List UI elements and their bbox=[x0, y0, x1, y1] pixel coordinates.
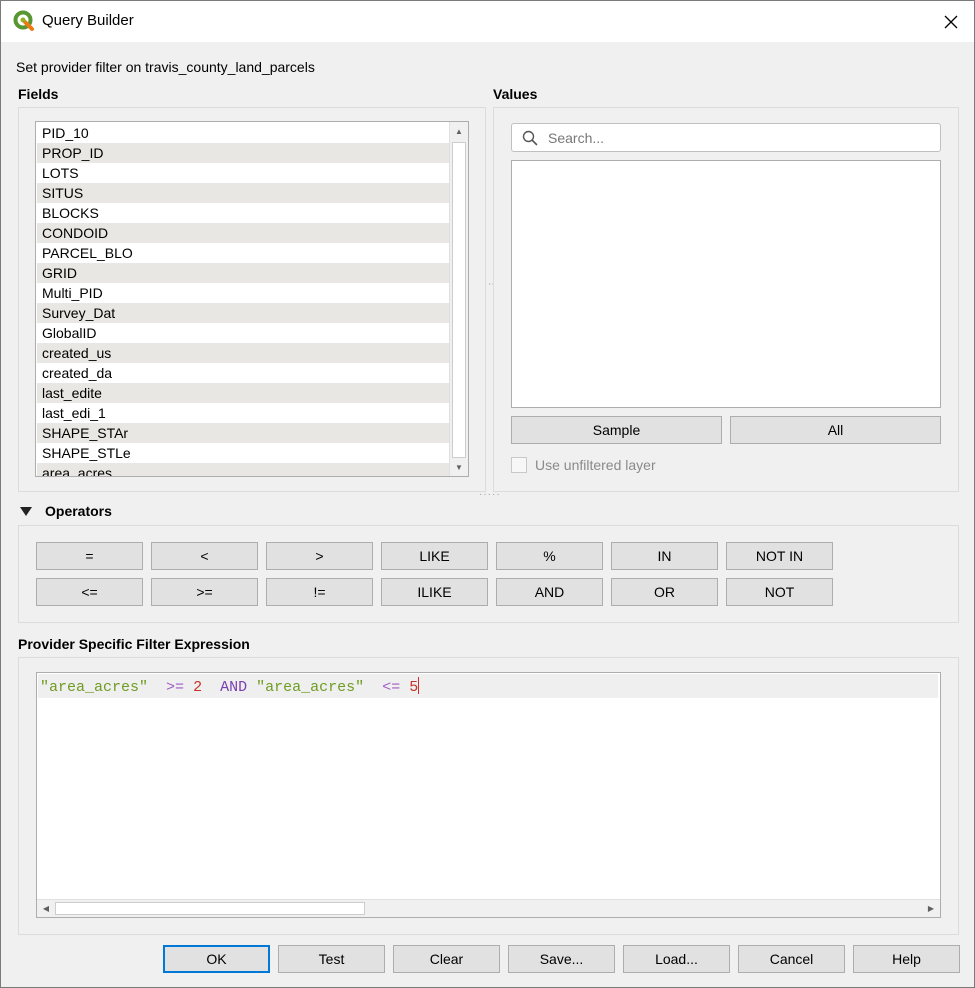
expression-token-kw: AND bbox=[220, 679, 248, 696]
operator-eq-button[interactable]: = bbox=[36, 542, 143, 570]
field-item[interactable]: LOTS bbox=[37, 163, 450, 183]
operator-percent-button[interactable]: % bbox=[496, 542, 603, 570]
horizontal-scrollbar-thumb[interactable] bbox=[55, 902, 365, 915]
scrollbar-thumb[interactable] bbox=[452, 142, 466, 458]
expression-token-ws bbox=[364, 679, 382, 696]
scroll-down-arrow-icon[interactable]: ▼ bbox=[450, 458, 468, 476]
layer-description: Set provider filter on travis_county_lan… bbox=[16, 59, 315, 75]
use-unfiltered-layer-row[interactable]: Use unfiltered layer bbox=[511, 456, 656, 474]
operators-header[interactable]: Operators bbox=[19, 503, 112, 519]
values-label: Values bbox=[493, 86, 538, 102]
scroll-right-arrow-icon[interactable]: ▶ bbox=[922, 900, 940, 917]
use-unfiltered-layer-label: Use unfiltered layer bbox=[535, 457, 656, 473]
expression-token-num: 2 bbox=[193, 679, 203, 696]
field-item[interactable]: created_us bbox=[37, 343, 450, 363]
field-item[interactable]: GRID bbox=[37, 263, 450, 283]
save-button[interactable]: Save... bbox=[508, 945, 615, 973]
use-unfiltered-layer-checkbox[interactable] bbox=[511, 457, 527, 473]
expression-token-str: "area_acres" bbox=[256, 679, 365, 696]
operator-gt-button[interactable]: > bbox=[266, 542, 373, 570]
fields-list[interactable]: PID_10 PROP_ID LOTS SITUS BLOCKS CONDOID PARCE… bbox=[35, 121, 469, 477]
test-button[interactable]: Test bbox=[278, 945, 385, 973]
operators-group bbox=[18, 525, 959, 623]
operator-gte-button[interactable]: >= bbox=[151, 578, 258, 606]
operator-like-button[interactable]: LIKE bbox=[381, 542, 488, 570]
values-search-box[interactable] bbox=[511, 123, 941, 152]
query-builder-window: Query Builder Set provider filter on tra… bbox=[0, 0, 975, 988]
operator-lt-button[interactable]: < bbox=[151, 542, 258, 570]
load-button[interactable]: Load... bbox=[623, 945, 730, 973]
expression-label: Provider Specific Filter Expression bbox=[18, 636, 250, 652]
expression-token-ws bbox=[400, 679, 409, 696]
field-item[interactable]: SITUS bbox=[37, 183, 450, 203]
field-item[interactable]: BLOCKS bbox=[37, 203, 450, 223]
expression-token-ws bbox=[148, 679, 166, 696]
close-button[interactable] bbox=[928, 1, 974, 42]
scroll-up-arrow-icon[interactable]: ▲ bbox=[450, 122, 468, 140]
all-button[interactable]: All bbox=[730, 416, 941, 444]
expression-token-num: 5 bbox=[409, 679, 419, 696]
field-item[interactable]: PROP_ID bbox=[37, 143, 450, 163]
scroll-left-arrow-icon[interactable]: ◀ bbox=[37, 900, 55, 917]
window-title: Query Builder bbox=[42, 12, 134, 29]
title-bar: Query Builder bbox=[1, 1, 974, 42]
ok-button[interactable]: OK bbox=[163, 945, 270, 973]
operator-or-button[interactable]: OR bbox=[611, 578, 718, 606]
fields-label: Fields bbox=[18, 86, 59, 102]
horizontal-splitter-handle[interactable]: ····· bbox=[479, 489, 501, 500]
operator-ilike-button[interactable]: ILIKE bbox=[381, 578, 488, 606]
field-item[interactable]: GlobalID bbox=[37, 323, 450, 343]
field-item[interactable]: PARCEL_BLO bbox=[37, 243, 450, 263]
operator-in-button[interactable]: IN bbox=[611, 542, 718, 570]
clear-button[interactable]: Clear bbox=[393, 945, 500, 973]
expression-code: "area_acres" >= 2 AND "area_acres" <= 5 bbox=[40, 677, 420, 696]
expression-token-ws bbox=[184, 679, 193, 696]
editor-horizontal-scrollbar[interactable]: ◀ ▶ bbox=[37, 899, 940, 917]
expression-token-op: >= bbox=[166, 679, 185, 696]
expression-token-ws bbox=[247, 679, 256, 696]
operator-not-button[interactable]: NOT bbox=[726, 578, 833, 606]
field-item[interactable]: PID_10 bbox=[37, 123, 450, 143]
expression-token-ws bbox=[202, 679, 220, 696]
search-icon bbox=[522, 130, 538, 146]
field-item[interactable]: Multi_PID bbox=[37, 283, 450, 303]
values-search-input[interactable] bbox=[546, 127, 926, 148]
operator-neq-button[interactable]: != bbox=[266, 578, 373, 606]
values-list[interactable] bbox=[511, 160, 941, 408]
sample-button[interactable]: Sample bbox=[511, 416, 722, 444]
expression-token-str: "area_acres" bbox=[40, 679, 149, 696]
cancel-button[interactable]: Cancel bbox=[738, 945, 845, 973]
field-item[interactable]: Survey_Dat bbox=[37, 303, 450, 323]
operator-not-in-button[interactable]: NOT IN bbox=[726, 542, 833, 570]
field-item[interactable]: area_acres bbox=[37, 463, 450, 476]
field-item[interactable]: CONDOID bbox=[37, 223, 450, 243]
operator-and-button[interactable]: AND bbox=[496, 578, 603, 606]
field-item[interactable]: SHAPE_STLe bbox=[37, 443, 450, 463]
field-item[interactable]: created_da bbox=[37, 363, 450, 383]
expression-token-op: <= bbox=[382, 679, 401, 696]
help-button[interactable]: Help bbox=[853, 945, 960, 973]
expression-editor[interactable]: "area_acres" >= 2 AND "area_acres" <= 5 … bbox=[36, 672, 941, 918]
field-item[interactable]: last_edite bbox=[37, 383, 450, 403]
field-item[interactable]: SHAPE_STAr bbox=[37, 423, 450, 443]
fields-list-items: PID_10 PROP_ID LOTS SITUS BLOCKS CONDOID PARCE… bbox=[37, 123, 450, 476]
operator-lte-button[interactable]: <= bbox=[36, 578, 143, 606]
close-icon bbox=[944, 15, 958, 28]
fields-scrollbar[interactable]: ▲ ▼ bbox=[449, 122, 468, 476]
collapse-arrow-icon[interactable] bbox=[19, 505, 33, 517]
field-item[interactable]: last_edi_1 bbox=[37, 403, 450, 423]
text-caret bbox=[418, 677, 420, 694]
qgis-logo-icon bbox=[13, 10, 34, 31]
operators-label: Operators bbox=[45, 503, 112, 519]
